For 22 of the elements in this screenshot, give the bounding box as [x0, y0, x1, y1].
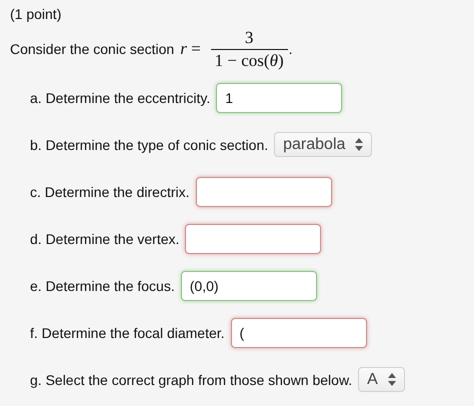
point-value: (1 point)	[10, 5, 62, 24]
up-down-arrows-icon	[355, 138, 364, 151]
fraction-numerator: 3	[244, 28, 254, 48]
equation-lhs: r =	[180, 39, 201, 59]
problem-text: Consider the conic section	[10, 41, 174, 57]
period: .	[288, 41, 293, 57]
question-label: f. Determine the focal diameter.	[30, 324, 225, 340]
question-label: b. Determine the type of conic section.	[30, 136, 268, 152]
dropdown[interactable]: parabola	[274, 132, 372, 157]
fraction-denominator: 1 − cos(θ)	[210, 48, 288, 70]
dropdown[interactable]: A	[358, 367, 405, 392]
answer-field[interactable]	[185, 224, 322, 254]
question-label: a. Determine the eccentricity.	[30, 90, 210, 106]
question-label: c. Determine the directrix.	[30, 184, 190, 200]
question-label: e. Determine the focus.	[30, 278, 175, 294]
question-label: g. Select the correct graph from those shown below.	[30, 372, 352, 388]
question-label: d. Determine the vertex.	[30, 230, 180, 246]
answer-field[interactable]: (0,0)	[180, 270, 317, 300]
answer-field[interactable]: (	[230, 318, 367, 348]
answer-field[interactable]	[196, 176, 332, 206]
answer-field[interactable]: 1	[216, 82, 342, 112]
up-down-arrows-icon	[388, 373, 396, 386]
